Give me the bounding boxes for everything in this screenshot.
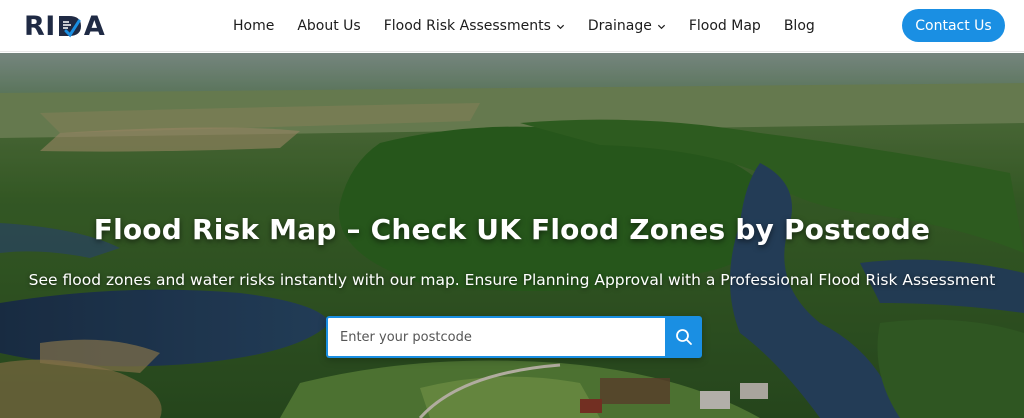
hero-subtitle: See flood zones and water risks instantl… [28,271,996,289]
nav-label: Flood Map [688,18,761,34]
logo-text-left: RI [24,10,56,42]
nav-label: About Us [297,18,361,34]
site-header: RI A Home About Us Flood Risk Assessment… [0,0,1024,52]
nav-item-blog[interactable]: Blog [784,18,815,34]
nav-item-flood-risk-assessments[interactable]: Flood Risk Assessments [384,18,565,34]
search-icon [675,329,692,345]
contact-us-button[interactable]: Contact Us [902,9,1005,42]
logo-mark-icon [58,16,81,38]
logo-text-right: A [83,10,106,42]
nav-item-home[interactable]: Home [233,18,274,34]
nav-label: Blog [783,18,815,34]
nav-label: Home [233,18,275,34]
nav-label: Flood Risk Assessments [383,18,551,34]
chevron-down-icon [556,24,564,29]
chevron-down-icon [657,24,665,29]
nav-item-about-us[interactable]: About Us [297,18,360,34]
nav-item-drainage[interactable]: Drainage [588,18,666,34]
nav-item-flood-map[interactable]: Flood Map [689,18,761,34]
main-nav: Home About Us Flood Risk Assessments Dra… [233,0,838,52]
hero-title: Flood Risk Map – Check UK Flood Zones by… [93,213,931,246]
postcode-input[interactable] [326,316,665,358]
logo[interactable]: RI A [24,10,105,42]
nav-label: Drainage [587,18,652,34]
search-button[interactable] [665,316,702,358]
postcode-search [326,316,702,358]
hero-section: Flood Risk Map – Check UK Flood Zones by… [0,53,1024,418]
